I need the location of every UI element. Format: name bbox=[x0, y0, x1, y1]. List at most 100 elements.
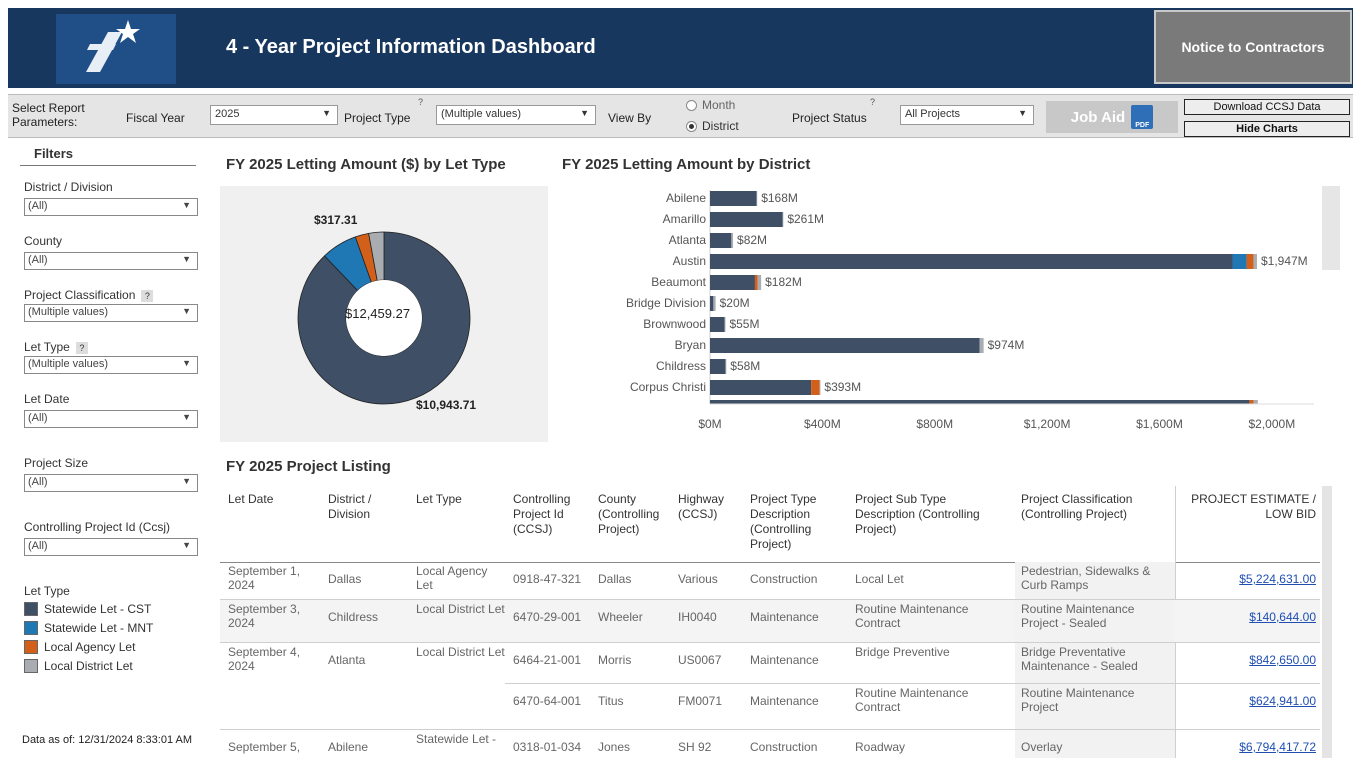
help-icon[interactable]: ? bbox=[870, 97, 875, 107]
col-header-district[interactable]: District / Division bbox=[328, 492, 398, 522]
help-icon[interactable]: ? bbox=[141, 290, 154, 302]
let-date-dropdown[interactable]: (All) ▼ bbox=[24, 410, 198, 428]
county-dropdown[interactable]: (All) ▼ bbox=[24, 252, 198, 270]
notice-to-contractors-button[interactable]: Notice to Contractors bbox=[1154, 10, 1352, 84]
legend-item[interactable]: Local District Let bbox=[24, 659, 133, 673]
table-cell-highway: US0067 bbox=[678, 653, 722, 667]
view-by-month-radio[interactable]: Month bbox=[686, 98, 735, 112]
legend-item[interactable]: Statewide Let - MNT bbox=[24, 621, 153, 635]
help-icon[interactable]: ? bbox=[75, 342, 88, 354]
bar-segment[interactable] bbox=[782, 212, 784, 227]
bar-segment[interactable] bbox=[1232, 254, 1247, 269]
bar-segment[interactable] bbox=[757, 275, 762, 290]
controlling-project-id-dropdown[interactable]: (All) ▼ bbox=[24, 538, 198, 556]
col-header-let-type[interactable]: Let Type bbox=[416, 492, 496, 507]
table-cell-subtype: Routine Maintenance Contract bbox=[855, 602, 969, 630]
download-ccsj-data-button[interactable]: Download CCSJ Data bbox=[1184, 99, 1350, 115]
table-cell-amount[interactable]: $6,794,417.72 bbox=[1178, 740, 1316, 754]
bar-segment[interactable] bbox=[979, 338, 984, 353]
table-cell-amount[interactable]: $140,644.00 bbox=[1178, 610, 1316, 624]
legend-item[interactable]: Local Agency Let bbox=[24, 640, 135, 654]
col-header-ccsj[interactable]: Controlling Project Id (CCSJ) bbox=[513, 492, 593, 537]
bar-segment[interactable] bbox=[710, 296, 714, 311]
col-header-let-date[interactable]: Let Date bbox=[228, 492, 308, 507]
bar-segment[interactable] bbox=[710, 275, 755, 290]
hide-charts-button[interactable]: Hide Charts bbox=[1184, 121, 1350, 137]
bar-value-label: $1,947M bbox=[1261, 254, 1308, 268]
project-type-dropdown[interactable]: (Multiple values) ▼ bbox=[436, 105, 596, 125]
chevron-down-icon: ▼ bbox=[182, 540, 191, 550]
col-header-project-type[interactable]: Project Type Description (Controlling Pr… bbox=[750, 492, 840, 552]
legend-label: Local District Let bbox=[44, 659, 133, 673]
project-status-dropdown[interactable]: All Projects ▼ bbox=[900, 105, 1034, 125]
col-header-county[interactable]: County (Controlling Project) bbox=[598, 492, 676, 537]
bar-chart-title: FY 2025 Letting Amount by District bbox=[562, 156, 811, 173]
table-cell-amount[interactable]: $842,650.00 bbox=[1178, 653, 1316, 667]
bar-value-label: $168M bbox=[761, 191, 798, 205]
table-cell-county: Wheeler bbox=[598, 610, 643, 624]
legend-item[interactable]: Statewide Let - CST bbox=[24, 602, 151, 616]
table-cell-amount[interactable]: $5,224,631.00 bbox=[1178, 572, 1316, 586]
district-division-dropdown[interactable]: (All) ▼ bbox=[24, 198, 198, 216]
bar-chart-scrollbar[interactable] bbox=[1322, 186, 1340, 270]
legend-swatch bbox=[24, 640, 38, 654]
select-report-parameters-label: Select Report Parameters: bbox=[12, 101, 85, 129]
legend-label: Statewide Let - CST bbox=[44, 602, 152, 616]
job-aid-button[interactable]: Job Aid PDF bbox=[1046, 101, 1178, 133]
view-by-district-radio[interactable]: District bbox=[686, 119, 739, 133]
dropdown-value: (All) bbox=[28, 476, 48, 488]
bar-segment[interactable] bbox=[1253, 400, 1258, 404]
project-listing-title: FY 2025 Project Listing bbox=[226, 458, 391, 475]
bar-segment[interactable] bbox=[724, 317, 726, 332]
let-date-label: Let Date bbox=[24, 392, 70, 406]
table-cell-district: Dallas bbox=[328, 572, 362, 586]
x-tick-label: $800M bbox=[916, 417, 953, 431]
bar-segment[interactable] bbox=[1249, 400, 1254, 404]
bar-segment[interactable] bbox=[710, 254, 1233, 269]
col-header-estimate[interactable]: PROJECT ESTIMATE / LOW BID bbox=[1178, 492, 1316, 522]
table-cell-county: Titus bbox=[598, 694, 624, 708]
table-scrollbar[interactable] bbox=[1322, 486, 1332, 758]
bar-segment[interactable] bbox=[710, 338, 980, 353]
table-cell-let-type: Local District Let bbox=[416, 602, 505, 616]
bar-segment[interactable] bbox=[756, 191, 758, 206]
bar-segment[interactable] bbox=[1253, 254, 1257, 269]
col-header-project-subtype[interactable]: Project Sub Type Description (Controllin… bbox=[855, 492, 1005, 537]
help-icon[interactable]: ? bbox=[418, 97, 423, 107]
view-by-month-label: Month bbox=[702, 98, 736, 112]
view-by-district-label: District bbox=[702, 119, 739, 133]
scrollbar-thumb[interactable] bbox=[1322, 560, 1332, 620]
bar-segment[interactable] bbox=[1246, 254, 1254, 269]
bar-segment[interactable] bbox=[713, 296, 716, 311]
bar-segment[interactable] bbox=[710, 233, 732, 248]
col-header-highway[interactable]: Highway (CCSJ) bbox=[678, 492, 738, 522]
bar-segment[interactable] bbox=[710, 380, 812, 395]
table-cell-subtype: Roadway bbox=[855, 740, 906, 754]
table-cell-ptype: Construction bbox=[750, 572, 818, 586]
table-cell-highway: SH 92 bbox=[678, 740, 712, 754]
bar-category-label: Bryan bbox=[675, 338, 706, 352]
table-cell-amount[interactable]: $624,941.00 bbox=[1178, 694, 1316, 708]
bar-segment[interactable] bbox=[710, 317, 725, 332]
col-header-classification[interactable]: Project Classification (Controlling Proj… bbox=[1021, 492, 1166, 522]
table-row-divider bbox=[220, 642, 1320, 643]
project-size-dropdown[interactable]: (All) ▼ bbox=[24, 474, 198, 492]
table-cell-class: Routine Maintenance Project bbox=[1021, 686, 1135, 714]
view-by-label: View By bbox=[608, 111, 652, 125]
bar-segment[interactable] bbox=[710, 212, 783, 227]
let-type-dropdown[interactable]: (Multiple values) ▼ bbox=[24, 356, 198, 374]
bar-segment[interactable] bbox=[811, 380, 820, 395]
bar-segment[interactable] bbox=[819, 380, 821, 395]
project-classification-dropdown[interactable]: (Multiple values) ▼ bbox=[24, 304, 198, 322]
chevron-down-icon: ▼ bbox=[182, 306, 191, 316]
bar-segment[interactable] bbox=[731, 233, 734, 248]
bar-segment[interactable] bbox=[710, 400, 1250, 404]
bar-segment[interactable] bbox=[710, 191, 757, 206]
bar-segment[interactable] bbox=[710, 359, 726, 374]
fiscal-year-dropdown[interactable]: 2025 ▼ bbox=[210, 105, 338, 125]
bar-segment[interactable] bbox=[754, 275, 758, 290]
radio-icon bbox=[686, 99, 697, 111]
bar-segment[interactable] bbox=[725, 359, 727, 374]
table-cell-county: Morris bbox=[598, 653, 632, 667]
table-cell-let-type: Statewide Let - bbox=[416, 732, 497, 746]
